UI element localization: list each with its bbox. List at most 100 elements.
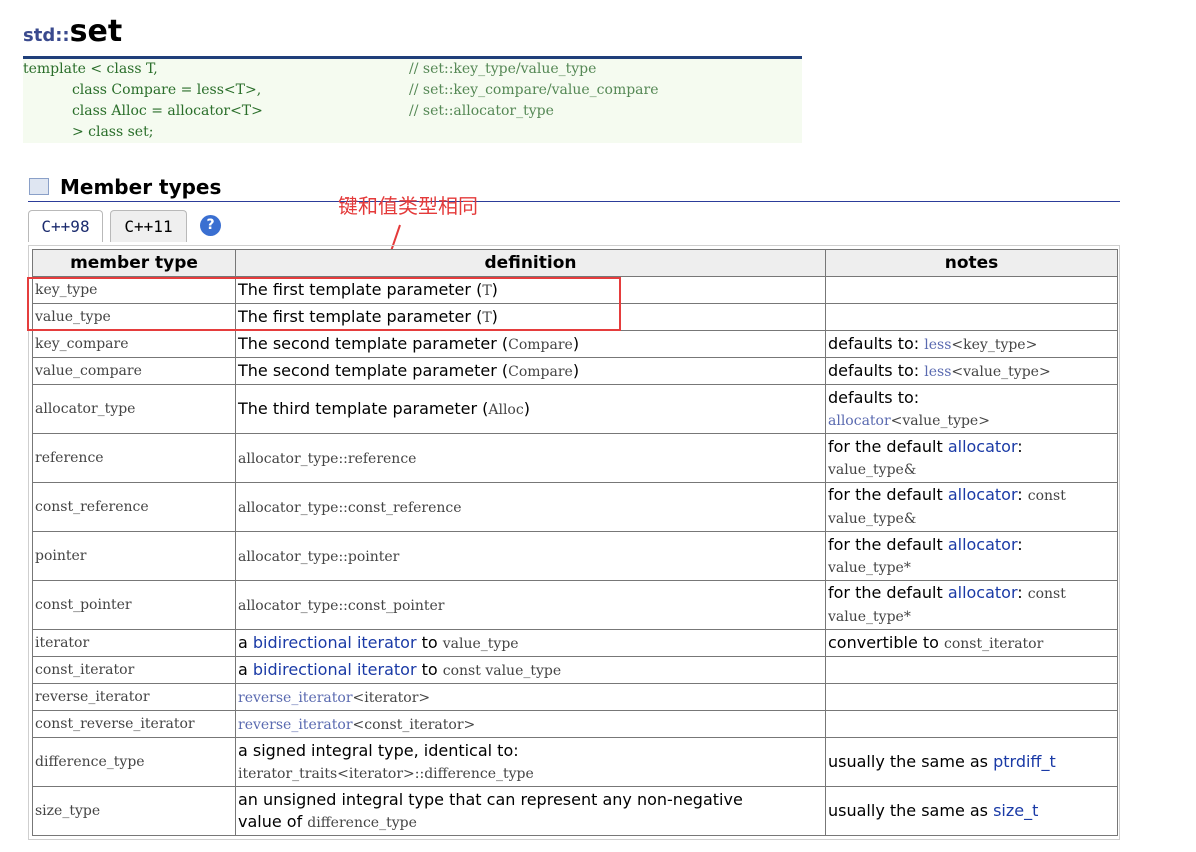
definition-cell: an unsigned integral type that can repre… [235,786,826,836]
reference-link[interactable]: allocator [948,535,1017,554]
decl-line: class Alloc = allocator<T> [23,101,263,122]
member-type-cell: pointer [32,531,236,581]
cell-text: : [1017,534,1023,554]
decl-line: class Compare = less<T>, [23,80,261,101]
table-row: key_compare The second template parameter… [32,330,1118,358]
cell-text: difference_type [307,814,417,831]
reference-link[interactable]: reverse_iterator [238,690,353,706]
reference-link[interactable]: allocator [948,437,1017,456]
cell-text: Compare [508,336,573,353]
notes-cell: usually the same as ptrdiff_t [825,737,1118,787]
member-type-cell: value_compare [32,357,236,385]
definition-cell: allocator_type::const_reference [235,482,826,532]
cell-text: T [482,282,492,299]
cell-text: allocator_type::const_pointer [238,597,445,614]
definition-cell: reverse_iterator<const_iterator> [235,710,826,738]
tab-cpp11[interactable]: C++11 [110,210,187,242]
cell-text: : [1017,436,1023,456]
cell-text: Alloc [488,401,524,418]
member-type-cell: reverse_iterator [32,683,236,711]
help-icon[interactable]: ? [200,215,221,236]
table-row: const_reverse_iterator reverse_iterator<c… [32,710,1118,738]
notes-cell: convertible to const_iterator [825,629,1118,657]
definition-cell: allocator_type::reference [235,433,826,483]
cell-text: Compare [508,363,573,380]
cell-text: to [416,659,443,679]
cell-text: defaults to: [828,387,920,407]
reference-link[interactable]: allocator [948,583,1017,602]
tab-cpp98[interactable]: C++98 [28,210,103,242]
cell-text: <value_type> [951,363,1051,380]
member-type-cell: const_pointer [32,580,236,630]
cell-text: convertible to [828,632,945,652]
member-type-cell: key_compare [32,330,236,358]
notes-cell [825,276,1118,304]
cell-text: a signed integral type, identical to: [238,740,519,760]
reference-link[interactable]: bidirectional iterator [253,660,417,679]
cell-text: allocator_type::const_reference [238,499,462,516]
table-row: difference_type a signed integral type, i… [32,737,1118,787]
cell-text: const [1027,586,1066,602]
reference-link[interactable]: allocator [948,485,1017,504]
cell-text: ) [572,360,580,380]
section-icon [29,178,49,195]
namespace-label: std:: [23,25,70,46]
cell-text: value_type& [828,461,917,478]
table-row: reverse_iterator reverse_iterator<iterato… [32,683,1118,711]
member-type-cell: difference_type [32,737,236,787]
definition-cell: The second template parameter (Compare) [235,357,826,385]
cell-text: value_type* [828,559,911,576]
decl-comment: // set::key_type/value_type [409,61,597,77]
member-type-cell: const_iterator [32,656,236,684]
cell-text: ) [523,398,530,418]
cell-text: a [238,659,253,679]
column-header: definition [235,249,826,277]
cell-text: ) [491,279,498,299]
table-row: const_iterator a bidirectional iterator t… [32,656,1118,684]
decl-code: class Alloc = allocator<T> [23,103,263,119]
decl-comment: // set::allocator_type [409,103,554,119]
cell-text: an unsigned integral type that can repre… [238,789,743,809]
table-row: key_type The first template parameter (T) [32,276,1118,304]
member-type-cell: key_type [32,276,236,304]
notes-cell: for the default allocator: value_type* [825,531,1118,581]
member-type-cell: iterator [32,629,236,657]
cell-text: ) [572,333,580,353]
notes-cell [825,710,1118,738]
cell-text: to [416,632,443,652]
reference-link[interactable]: ptrdiff_t [993,752,1056,771]
member-types-section-header: Member types [28,173,1120,202]
cell-text: for the default [828,485,948,504]
definition-cell: a signed integral type, identical to: ite… [235,737,826,787]
reference-link[interactable]: size_t [993,801,1038,820]
cell-text: <value_type> [890,412,990,429]
column-header: notes [825,249,1118,277]
definition-cell: allocator_type::const_pointer [235,580,826,630]
table-row: const_reference allocator_type::const_ref… [32,482,1118,532]
cell-text: The second template parameter ( [238,333,509,353]
class-name: set [69,14,123,49]
reference-link[interactable]: less [924,337,951,353]
table-row: value_compare The second template paramet… [32,357,1118,385]
reference-link[interactable]: less [924,364,951,380]
cell-text: The first template parameter ( [238,279,483,299]
notes-cell: for the default allocator: value_type& [825,433,1118,483]
decl-code: class Compare = less<T>, [23,82,262,98]
notes-cell: for the default allocator: const value_ty… [825,482,1118,532]
table-row: size_type an unsigned integral type that … [32,786,1118,836]
reference-link[interactable]: reverse_iterator [238,717,353,733]
cell-text: ) [491,306,498,326]
cell-text: const value_type [442,662,562,679]
reference-link[interactable]: bidirectional iterator [253,633,417,652]
notes-cell [825,656,1118,684]
notes-cell [825,683,1118,711]
column-header: member type [32,249,236,277]
cell-text: usually the same as [828,752,994,771]
annotation-note: 键和值类型相同 [338,194,478,218]
reference-link[interactable]: allocator [828,413,891,429]
cell-text: usually the same as [828,801,994,820]
definition-cell: allocator_type::pointer [235,531,826,581]
cell-text: allocator_type::pointer [238,548,400,565]
table-row: value_type The first template parameter (… [32,303,1118,331]
decl-line: > class set; [23,122,154,143]
